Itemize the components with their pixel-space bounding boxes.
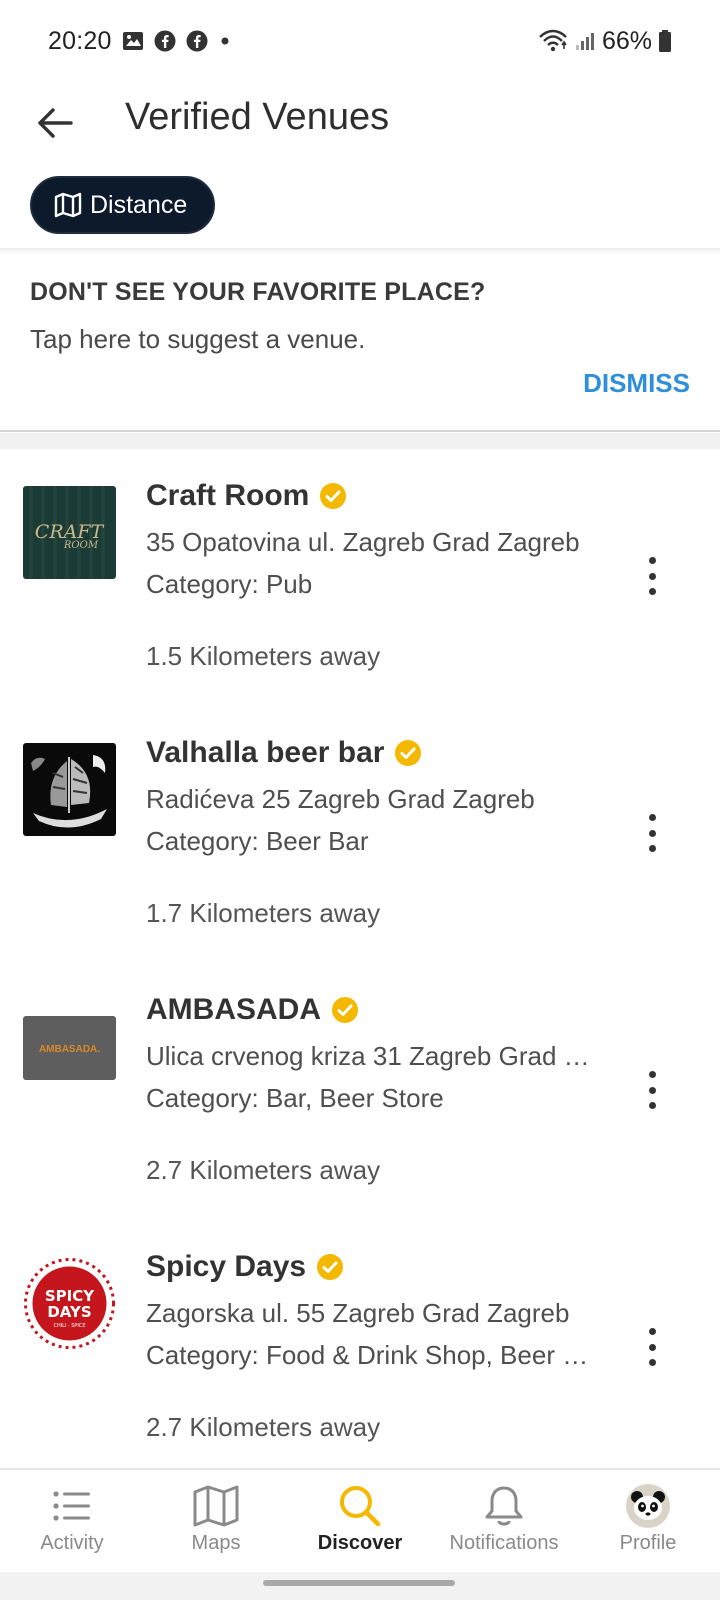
filter-chip-label: Distance: [90, 190, 188, 219]
suggest-title: DON'T SEE YOUR FAVORITE PLACE?: [30, 278, 486, 306]
dot-icon: [218, 34, 232, 48]
svg-text:ROOM: ROOM: [63, 540, 99, 551]
venue-name-text: Craft Room: [146, 479, 310, 512]
nav-label: Maps: [191, 1532, 241, 1554]
app-header: Verified Venues Distance: [0, 82, 720, 238]
status-time: 20:20: [48, 26, 112, 55]
more-options-icon[interactable]: [634, 808, 670, 858]
page-title: Verified Venues: [125, 96, 390, 138]
venue-name-text: AMBASADA: [146, 993, 321, 1026]
venue-address: Zagorska ul. 55 Zagreb Grad Zagreb: [146, 1298, 570, 1328]
verified-icon: [319, 482, 347, 510]
venue-item[interactable]: AMBASADA. AMBASADA Ulica crvenog kriza 3…: [0, 963, 720, 1220]
nav-activity[interactable]: Activity: [0, 1470, 144, 1572]
nav-label: Activity: [40, 1532, 104, 1554]
back-button[interactable]: [30, 98, 80, 148]
section-divider: [0, 433, 720, 449]
svg-text:DAYS: DAYS: [47, 1303, 91, 1321]
more-options-icon[interactable]: [634, 1322, 670, 1372]
nav-maps[interactable]: Maps: [144, 1470, 288, 1572]
venue-category: Category: Pub: [146, 569, 313, 599]
venue-distance: 2.7 Kilometers away: [146, 1412, 381, 1442]
home-indicator[interactable]: [263, 1580, 455, 1586]
nav-discover[interactable]: Discover: [288, 1470, 432, 1572]
battery-percent: 66%: [601, 26, 652, 55]
venue-item[interactable]: CRAFT ROOM Craft Room 35 Opatovina ul. Z…: [0, 449, 720, 706]
venue-item[interactable]: Valhalla beer bar Radićeva 25 Zagreb Gra…: [0, 706, 720, 963]
verified-icon: [394, 739, 422, 767]
bottom-nav: Activity Maps Discover Notifications Pro…: [0, 1468, 720, 1572]
venue-name: Spicy Days: [146, 1250, 344, 1284]
arrow-left-icon: [38, 108, 73, 138]
venue-name: AMBASADA: [146, 993, 359, 1027]
venue-distance: 2.7 Kilometers away: [146, 1155, 381, 1185]
status-right: 66%: [538, 27, 672, 56]
status-left: 20:20: [48, 27, 232, 56]
venue-category: Category: Beer Bar: [146, 826, 369, 856]
venue-name-text: Valhalla beer bar: [146, 736, 385, 769]
distance-filter-chip[interactable]: Distance: [30, 176, 216, 234]
facebook-icon: [154, 30, 176, 52]
search-icon: [338, 1482, 382, 1530]
more-options-icon[interactable]: [634, 1065, 670, 1115]
venue-address: 35 Opatovina ul. Zagreb Grad Zagreb: [146, 527, 580, 557]
verified-icon: [316, 1253, 344, 1281]
venue-name: Craft Room: [146, 479, 347, 513]
map-icon: [54, 192, 82, 218]
venue-name: Valhalla beer bar: [146, 736, 422, 770]
bell-icon: [483, 1482, 525, 1530]
facebook-icon: [186, 30, 208, 52]
signal-icon: [574, 30, 596, 52]
nav-label: Profile: [619, 1532, 677, 1554]
craft-room-logo: CRAFT ROOM: [23, 486, 116, 579]
spicy-days-logo: SPICY DAYS CHILI · SPICE: [23, 1257, 116, 1350]
map-icon: [192, 1482, 240, 1530]
dismiss-button[interactable]: DISMISS: [583, 368, 690, 399]
valhalla-logo: [23, 743, 116, 836]
venue-name-text: Spicy Days: [146, 1250, 307, 1283]
ambasada-logo: AMBASADA.: [23, 1016, 116, 1080]
status-bar: 20:20 66%: [0, 0, 720, 82]
venue-list: CRAFT ROOM Craft Room 35 Opatovina ul. Z…: [0, 449, 720, 1477]
venue-item[interactable]: SPICY DAYS CHILI · SPICE Spicy Days Zago…: [0, 1220, 720, 1477]
venue-distance: 1.7 Kilometers away: [146, 898, 381, 928]
venue-distance: 1.5 Kilometers away: [146, 641, 381, 671]
nav-profile[interactable]: Profile: [576, 1470, 720, 1572]
wifi-icon: [538, 29, 568, 53]
venue-address: Ulica crvenog kriza 31 Zagreb Grad Zagre…: [146, 1041, 604, 1071]
gesture-bar: [0, 1572, 720, 1600]
nav-label: Discover: [317, 1532, 403, 1554]
svg-text:AMBASADA.: AMBASADA.: [39, 1044, 100, 1055]
venue-category: Category: Food & Drink Shop, Beer Store: [146, 1340, 604, 1370]
image-icon: [122, 31, 144, 51]
panda-avatar-icon: [625, 1482, 671, 1530]
venue-address: Radićeva 25 Zagreb Grad Zagreb: [146, 784, 535, 814]
venue-category: Category: Bar, Beer Store: [146, 1083, 444, 1113]
suggest-venue-banner[interactable]: DON'T SEE YOUR FAVORITE PLACE? Tap here …: [0, 248, 720, 432]
verified-icon: [331, 996, 359, 1024]
list-icon: [52, 1482, 92, 1530]
nav-label: Notifications: [449, 1532, 559, 1554]
nav-notifications[interactable]: Notifications: [432, 1470, 576, 1572]
suggest-subtitle: Tap here to suggest a venue.: [30, 324, 366, 354]
more-options-icon[interactable]: [634, 551, 670, 601]
battery-icon: [658, 29, 672, 53]
svg-text:CHILI · SPICE: CHILI · SPICE: [53, 1323, 85, 1329]
